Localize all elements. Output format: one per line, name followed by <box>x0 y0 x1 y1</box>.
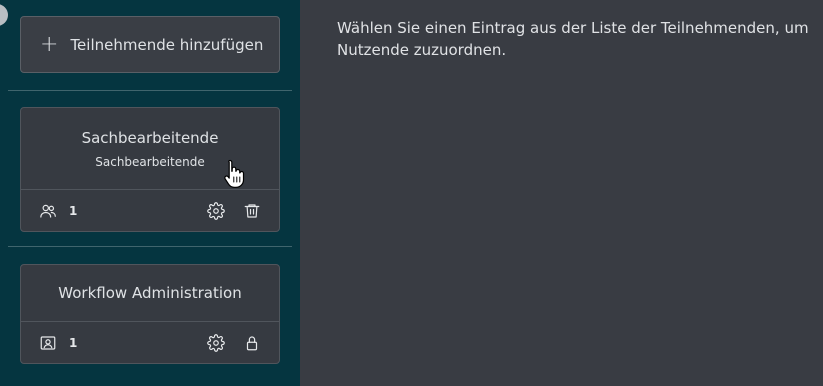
user-badge-icon <box>39 334 57 352</box>
participant-card-workflow-administration[interactable]: Workflow Administration 1 <box>20 264 280 364</box>
divider <box>8 246 292 247</box>
sidebar: + Teilnehmende hinzufügen Sachbearbeiten… <box>0 0 300 386</box>
participant-card-sachbearbeitende[interactable]: Sachbearbeitende Sachbearbeitende 1 <box>20 107 280 232</box>
main-panel: Wählen Sie einen Eintrag aus der Liste d… <box>300 0 823 386</box>
card-header[interactable]: Workflow Administration <box>21 265 279 322</box>
gear-icon[interactable] <box>207 201 225 220</box>
member-count: 1 <box>69 203 78 218</box>
users-icon <box>39 202 57 220</box>
card-title: Sachbearbeitende <box>81 128 219 147</box>
member-count: 1 <box>69 335 78 350</box>
lock-icon[interactable] <box>243 334 261 352</box>
gear-icon[interactable] <box>207 333 225 352</box>
card-subtitle: Sachbearbeitende <box>95 154 205 169</box>
card-footer: 1 <box>21 322 279 363</box>
card-title: Workflow Administration <box>58 284 242 302</box>
card-header[interactable]: Sachbearbeitende Sachbearbeitende <box>21 108 279 190</box>
empty-state-message: Wählen Sie einen Eintrag aus der Liste d… <box>337 19 809 59</box>
card-footer: 1 <box>21 190 279 231</box>
add-participant-button[interactable]: + Teilnehmende hinzufügen <box>20 16 280 73</box>
add-participant-label: Teilnehmende hinzufügen <box>70 35 264 54</box>
plus-icon: + <box>40 31 59 57</box>
avatar[interactable] <box>0 4 8 26</box>
divider <box>8 90 292 91</box>
trash-icon[interactable] <box>243 202 261 220</box>
